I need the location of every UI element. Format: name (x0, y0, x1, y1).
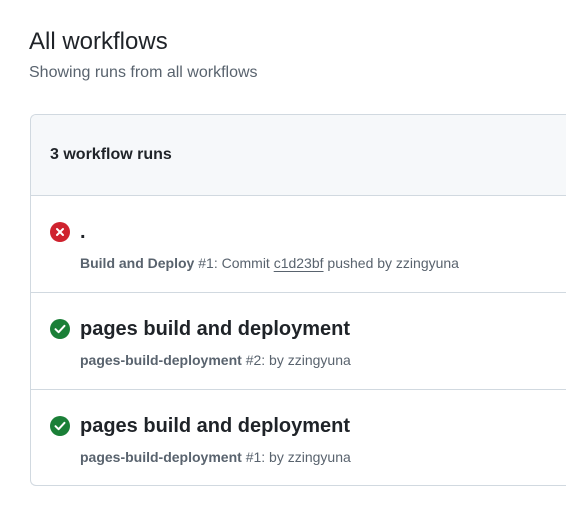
check-circle-fill-icon (50, 416, 70, 436)
run-meta-prefix: : by zzingyuna (261, 352, 351, 368)
run-meta: Build and Deploy #1: Commit c1d23bf push… (80, 254, 459, 272)
check-circle-fill-icon (50, 319, 70, 339)
run-title-link[interactable]: pages build and deployment (80, 413, 350, 439)
workflow-run-row[interactable]: pages build and deployment pages-build-d… (31, 390, 566, 485)
run-meta: pages-build-deployment #1: by zzingyuna (80, 448, 351, 466)
run-workflow-name: pages-build-deployment (80, 352, 242, 368)
run-number: #2 (245, 352, 262, 368)
run-workflow-name: pages-build-deployment (80, 449, 242, 465)
workflow-runs-header: 3 workflow runs (31, 115, 566, 196)
run-number: #1 (198, 255, 214, 271)
run-workflow-name: Build and Deploy (80, 255, 195, 271)
page-title: All workflows (29, 28, 168, 55)
run-meta-prefix: : by zzingyuna (261, 449, 351, 465)
run-meta-suffix: pushed by zzingyuna (323, 255, 459, 271)
workflow-run-row[interactable]: . Build and Deploy #1: Commit c1d23bf pu… (31, 196, 566, 293)
run-title-link[interactable]: . (80, 219, 86, 245)
run-meta-prefix: : Commit (213, 255, 274, 271)
commit-sha-link[interactable]: c1d23bf (274, 255, 324, 271)
workflow-runs-box: 3 workflow runs . Build and Deploy #1: C… (30, 114, 566, 486)
run-title-link[interactable]: pages build and deployment (80, 316, 350, 342)
page-subtitle: Showing runs from all workflows (29, 64, 258, 81)
workflow-run-row[interactable]: pages build and deployment pages-build-d… (31, 293, 566, 390)
run-number: #1 (245, 449, 262, 465)
workflow-runs-count: 3 workflow runs (50, 146, 172, 163)
workflows-page: All workflows Showing runs from all work… (0, 0, 566, 527)
run-meta: pages-build-deployment #2: by zzingyuna (80, 351, 351, 369)
x-circle-fill-icon (50, 222, 70, 242)
